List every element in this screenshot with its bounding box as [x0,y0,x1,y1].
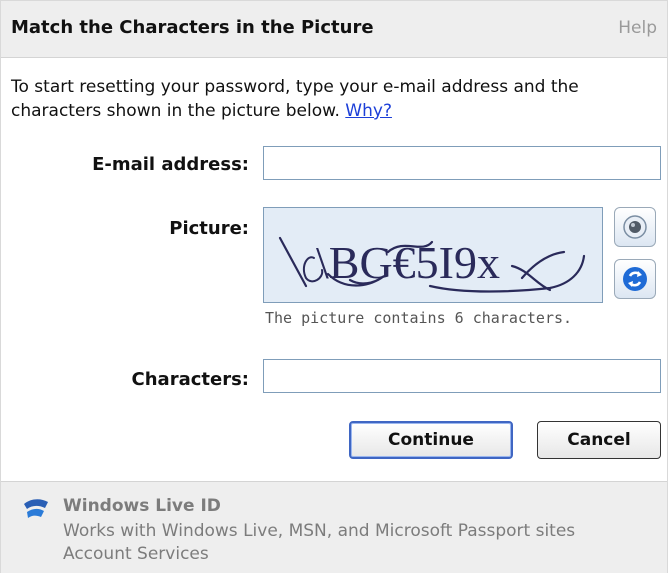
help-link[interactable]: Help [618,18,657,38]
email-field[interactable] [263,146,661,180]
cancel-button[interactable]: Cancel [537,421,661,459]
picture-caption: The picture contains 6 characters. [265,309,573,327]
windows-live-logo-icon [24,499,48,518]
continue-button[interactable]: Continue [349,421,513,459]
captcha-drawing: \BG€5I9x [278,236,586,293]
footer: Windows Live ID Works with Windows Live,… [1,481,667,573]
why-link[interactable]: Why? [345,101,392,121]
intro-text-block: To start resetting your password, type y… [11,75,651,123]
characters-label: Characters: [131,369,249,390]
characters-field[interactable] [263,359,661,393]
email-label: E-mail address: [92,154,249,175]
dialog: Match the Characters in the Picture Help… [0,0,668,573]
audio-captcha-button[interactable] [614,207,656,247]
speaker-icon [623,215,647,239]
picture-label: Picture: [169,218,249,239]
refresh-captcha-button[interactable] [614,259,656,299]
captcha-text: \BG€5I9x [316,237,500,288]
dialog-header: Match the Characters in the Picture Help [1,1,667,58]
dialog-title: Match the Characters in the Picture [11,17,374,38]
footer-brand: Windows Live ID [63,496,221,516]
captcha-image: \BG€5I9x [263,207,603,303]
footer-tagline: Works with Windows Live, MSN, and Micros… [63,521,576,541]
refresh-icon [623,267,647,291]
intro-text: To start resetting your password, type y… [11,77,579,121]
account-services-link[interactable]: Account Services [63,544,209,564]
